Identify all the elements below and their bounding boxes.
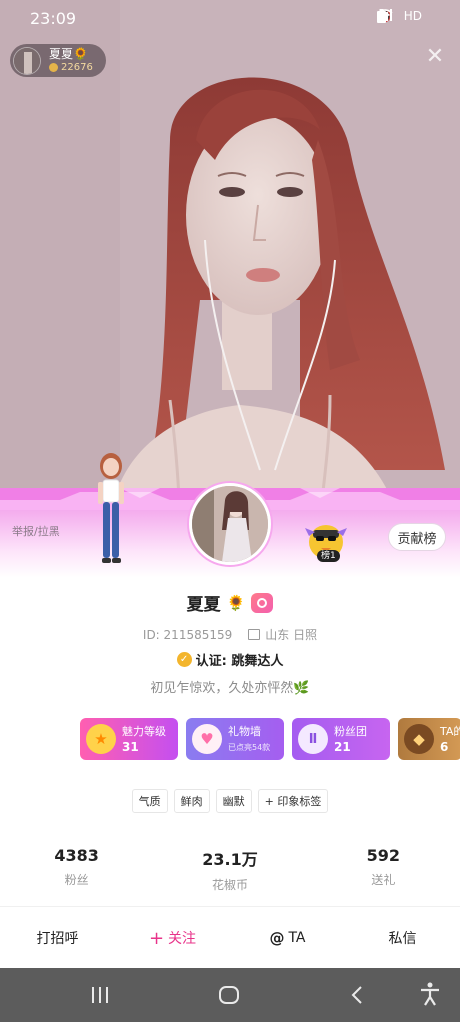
fan-club-value: 21	[334, 740, 351, 754]
coin-icon	[49, 62, 58, 72]
status-bar: 23:09 🔇 HD	[0, 0, 460, 36]
fan-club-title: 粉丝团	[334, 725, 367, 738]
stat-fans[interactable]: 4383 粉丝	[0, 846, 153, 893]
profile-id: ID: 211585159	[142, 627, 233, 642]
stat-gifts-sent[interactable]: 592 送礼	[307, 846, 460, 893]
gem-icon: ◆	[404, 724, 434, 754]
plus-icon: +	[148, 927, 165, 949]
host-name: 夏夏🌻	[49, 46, 88, 61]
fan-club-card[interactable]: Ⅱ 粉丝团 21	[292, 718, 390, 760]
message-label: 私信	[388, 931, 417, 947]
verification-text: 认证: 跳舞达人	[195, 654, 284, 669]
verification-row: ✓ 认证: 跳舞达人	[0, 650, 460, 669]
heart-icon: ♥	[192, 724, 222, 754]
accessibility-icon[interactable]	[420, 982, 440, 1006]
close-icon[interactable]: ✕	[424, 46, 446, 68]
at-icon: @	[269, 929, 285, 947]
profile-name-row: 夏夏 🌻	[0, 590, 460, 615]
host-chip[interactable]: 夏夏🌻 22676	[10, 44, 106, 77]
host-coins: 22676	[49, 61, 93, 74]
charm-level-title: 魅力等级	[122, 725, 166, 738]
action-bar: 打招呼 + 关注 @ TA 私信	[0, 922, 460, 954]
stat-coins[interactable]: 23.1万 花椒币	[153, 846, 306, 893]
charm-level-value: 31	[122, 740, 139, 754]
ta-card-value: 6	[440, 740, 449, 754]
back-icon[interactable]	[350, 985, 364, 1005]
mention-button[interactable]: @ TA	[230, 922, 345, 954]
top-fan-badge: 榜1	[317, 550, 340, 562]
feature-cards: ★ 魅力等级 31 ♥ 礼物墙 已点亮54款 Ⅱ 粉丝团 21 ◆ TA的 6	[80, 718, 460, 760]
message-button[interactable]: 私信	[345, 922, 460, 954]
stat-value: 592	[366, 846, 401, 865]
ta-card-title: TA的	[440, 725, 460, 738]
follow-label: 关注	[168, 931, 197, 947]
gift-wall-card[interactable]: ♥ 礼物墙 已点亮54款	[186, 718, 284, 760]
star-icon: ★	[86, 724, 116, 754]
contribution-rank-button[interactable]: 贡献榜	[388, 523, 446, 551]
status-time: 23:09	[30, 9, 77, 28]
status-icons: 🔇 HD	[376, 9, 434, 23]
id-location-row: ID: 211585159 山东 日照	[0, 626, 460, 643]
host-mini-avatar	[13, 46, 41, 75]
impression-tags: 气质 鲜肉 幽默 + 印象标签	[0, 789, 460, 813]
network-type-label: HD	[403, 9, 422, 23]
live-photo-background: 23:09 🔇 HD 夏夏🌻 22676 ✕	[0, 0, 460, 520]
stats-row: 4383 粉丝 23.1万 花椒币 592 送礼	[0, 846, 460, 893]
add-impression-tag-button[interactable]: + 印象标签	[257, 789, 329, 813]
gift-wall-sub: 已点亮54款	[228, 743, 271, 752]
charm-level-card[interactable]: ★ 魅力等级 31	[80, 718, 178, 760]
home-icon[interactable]	[218, 985, 240, 1005]
report-block-link[interactable]: 举报/拉黑	[12, 523, 60, 539]
host-photo-illustration	[0, 0, 460, 520]
stat-label: 粉丝	[64, 873, 89, 887]
profile-bio: 初见乍惊欢，久处亦怦然🌿	[150, 681, 310, 696]
top-fan-avatar[interactable]: 榜1	[303, 518, 349, 562]
tag-item[interactable]: 气质	[131, 789, 168, 813]
location-text: 山东 日照	[265, 628, 318, 642]
recent-apps-icon[interactable]	[90, 986, 110, 1004]
greet-button[interactable]: 打招呼	[0, 922, 115, 954]
mascot-avatar-figure	[98, 453, 124, 563]
follow-button[interactable]: + 关注	[115, 922, 230, 954]
location: 山东 日照	[248, 626, 317, 643]
system-nav-bar	[0, 968, 460, 1022]
building-icon	[248, 629, 261, 640]
tag-item[interactable]: 鲜肉	[173, 789, 210, 813]
divider	[0, 906, 460, 907]
host-coins-value: 22676	[61, 61, 93, 73]
greet-label: 打招呼	[36, 931, 79, 947]
stat-label: 花椒币	[211, 878, 248, 892]
tag-item[interactable]: 幽默	[215, 789, 252, 813]
level-badge-icon	[251, 592, 274, 613]
stat-value: 23.1万	[202, 850, 258, 869]
mention-label: TA	[288, 930, 306, 946]
sunflower-icon: 🌻	[226, 593, 246, 612]
ta-card[interactable]: ◆ TA的 6	[398, 718, 460, 760]
verified-check-icon: ✓	[176, 652, 192, 667]
profile-avatar[interactable]	[189, 483, 271, 565]
wings-icon: Ⅱ	[298, 724, 328, 754]
stat-label: 送礼	[371, 873, 396, 887]
stat-value: 4383	[54, 846, 99, 865]
gift-wall-title: 礼物墙	[228, 725, 261, 738]
profile-name: 夏夏	[186, 595, 221, 615]
